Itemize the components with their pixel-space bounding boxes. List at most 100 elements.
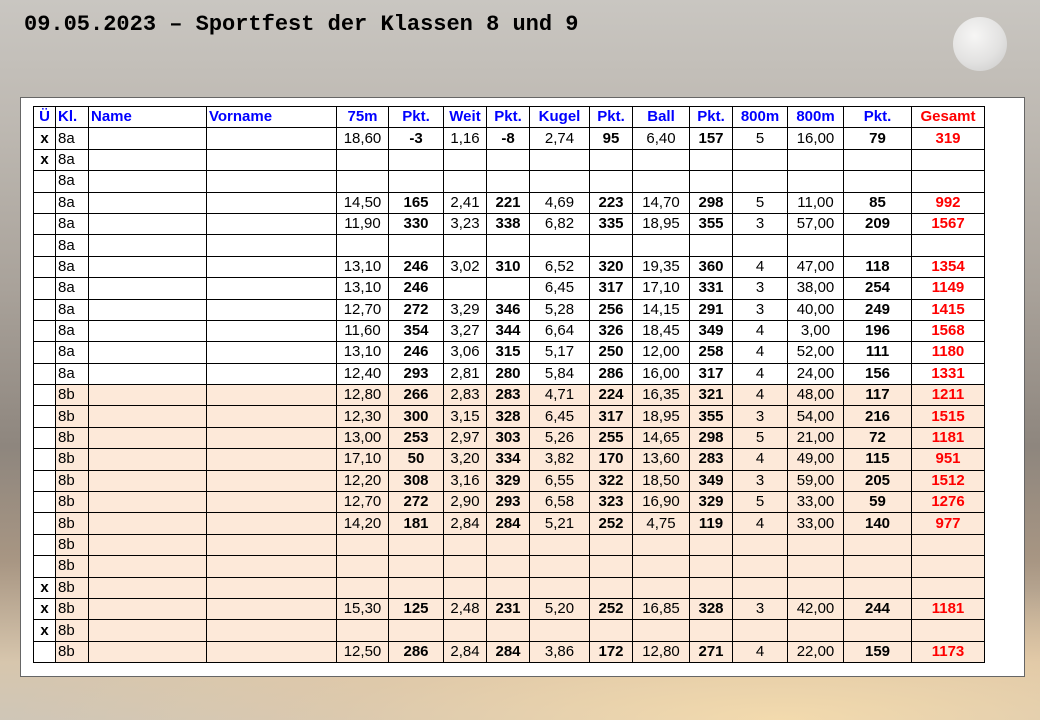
cell-800m-minuten: 5 [732, 191, 788, 214]
cell-punkte-800m [843, 619, 912, 642]
cell-punkte-kugel: 252 [589, 597, 633, 621]
cell-punkte-800m: 115 [843, 448, 912, 471]
cell-weit: 2,41 [443, 191, 487, 214]
cell-vorname [206, 341, 337, 364]
cell-ueberschreitung [33, 277, 56, 300]
cell-vorname [206, 362, 337, 386]
cell-name [88, 170, 207, 193]
cell-punkte-75m [388, 576, 444, 599]
cell-punkte-ball: 283 [689, 448, 733, 471]
table-row: 8a 11,90 330 3,23 338 6,82 335 18,95 355 3 57,00 20… [33, 212, 985, 236]
cell-kugel [529, 234, 590, 257]
cell-punkte-800m: 216 [843, 405, 912, 428]
cell-ball: 18,50 [632, 469, 690, 493]
cell-klasse: 8b [55, 619, 89, 642]
cell-klasse: 8a [55, 255, 89, 279]
cell-vorname [206, 234, 337, 257]
cell-ball: 18,95 [632, 405, 690, 428]
cell-punkte-weit: 344 [486, 319, 530, 343]
cell-punkte-800m: 111 [843, 341, 912, 364]
cell-800m-sekunden [787, 148, 844, 172]
table-row: 8b 17,10 50 3,20 334 3,82 170 13,60 283 4 49,00 115… [33, 448, 985, 471]
cell-800m-minuten: 3 [732, 212, 788, 236]
cell-vorname [206, 298, 337, 321]
cell-punkte-ball: 329 [689, 491, 733, 514]
cell-kugel: 4,69 [529, 191, 590, 214]
cell-punkte-ball: 331 [689, 277, 733, 300]
table-row: x 8a 18,60 -3 1,16 -8 2,74 95 6,40 157 5 16,00 79 319 [33, 127, 985, 150]
cell-punkte-kugel: 172 [589, 640, 633, 664]
cell-800m-minuten: 4 [732, 255, 788, 279]
cell-punkte-kugel [589, 170, 633, 193]
cell-punkte-kugel: 320 [589, 255, 633, 279]
cell-gesamt: 1515 [911, 405, 985, 428]
cell-punkte-ball [689, 555, 733, 578]
cell-punkte-ball: 298 [689, 191, 733, 214]
cell-punkte-weit: 334 [486, 448, 530, 471]
cell-kugel [529, 555, 590, 578]
cell-ball: 14,70 [632, 191, 690, 214]
cell-ueberschreitung [33, 533, 56, 557]
cell-ball: 16,90 [632, 491, 690, 514]
cell-800m-sekunden: 33,00 [787, 512, 844, 535]
cell-800m-sekunden: 21,00 [787, 426, 844, 450]
cell-ueberschreitung [33, 469, 56, 493]
table-row: 8a 12,70 272 3,29 346 5,28 256 14,15 291 3 40,00 24… [33, 298, 985, 321]
cell-800m-sekunden [787, 619, 844, 642]
cell-punkte-75m: 286 [388, 640, 444, 664]
cell-punkte-ball [689, 576, 733, 599]
column-header-ueberschreitung: Ü [33, 105, 56, 129]
cell-ball: 13,60 [632, 448, 690, 471]
table-row: 8a 13,10 246 6,45 317 17,10 331 3 38,00 254 1149 [33, 277, 985, 300]
cell-800m-sekunden [787, 576, 844, 599]
cell-punkte-800m: 209 [843, 212, 912, 236]
cell-kugel: 5,17 [529, 341, 590, 364]
table-row: 8b 13,00 253 2,97 303 5,26 255 14,65 298 5 21,00 72… [33, 426, 985, 450]
cell-klasse: 8b [55, 640, 89, 664]
cell-weit: 2,84 [443, 640, 487, 664]
column-header-punkte-800m: Pkt. [843, 105, 912, 129]
cell-gesamt: 951 [911, 448, 985, 471]
cell-punkte-kugel: 223 [589, 191, 633, 214]
cell-kugel: 3,86 [529, 640, 590, 664]
cell-800m-minuten [732, 576, 788, 599]
cell-ueberschreitung [33, 491, 56, 514]
cell-gesamt: 992 [911, 191, 985, 214]
column-header-klasse: Kl. [55, 105, 89, 129]
cell-weit [443, 555, 487, 578]
cell-punkte-75m: 246 [388, 255, 444, 279]
cell-kugel: 2,74 [529, 127, 590, 150]
cell-ball: 17,10 [632, 277, 690, 300]
cell-vorname [206, 170, 337, 193]
table-row: 8a 11,60 354 3,27 344 6,64 326 18,45 349 4 3,00 196… [33, 319, 985, 343]
cell-punkte-ball: 355 [689, 212, 733, 236]
cell-75m: 12,40 [336, 362, 389, 386]
cell-weit: 2,84 [443, 512, 487, 535]
cell-vorname [206, 212, 337, 236]
cell-punkte-weit [486, 555, 530, 578]
cell-800m-sekunden: 40,00 [787, 298, 844, 321]
table-row: x 8b [33, 576, 985, 599]
cell-weit: 3,16 [443, 469, 487, 493]
cell-punkte-kugel: 256 [589, 298, 633, 321]
cell-punkte-kugel [589, 619, 633, 642]
column-header-kugel: Kugel [529, 105, 590, 129]
cell-ueberschreitung [33, 512, 56, 535]
cell-800m-sekunden: 49,00 [787, 448, 844, 471]
cell-gesamt: 1211 [911, 384, 985, 407]
cell-klasse: 8a [55, 341, 89, 364]
column-header-800m-sekunden: 800m [787, 105, 844, 129]
cell-weit: 3,06 [443, 341, 487, 364]
cell-kugel: 6,82 [529, 212, 590, 236]
cell-punkte-75m: 293 [388, 362, 444, 386]
cell-punkte-800m: 117 [843, 384, 912, 407]
cell-kugel: 6,64 [529, 319, 590, 343]
cell-punkte-kugel [589, 533, 633, 557]
results-table: Ü Kl. Name Vorname 75m Pkt. Weit Pkt. Ku… [33, 105, 985, 664]
cell-punkte-kugel [589, 234, 633, 257]
cell-punkte-ball: 328 [689, 597, 733, 621]
column-header-75m: 75m [336, 105, 389, 129]
cell-ball: 16,35 [632, 384, 690, 407]
cell-name [88, 533, 207, 557]
cell-800m-minuten: 4 [732, 362, 788, 386]
